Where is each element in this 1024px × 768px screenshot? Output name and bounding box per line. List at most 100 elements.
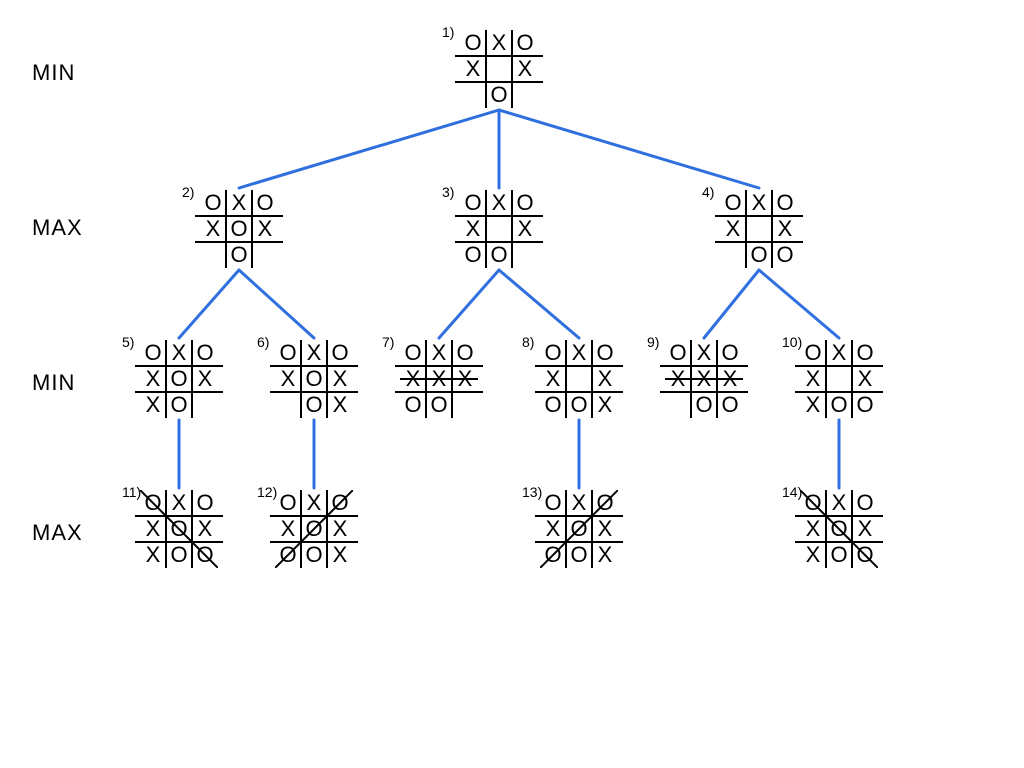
node-label: 6) (257, 334, 269, 350)
cell-r0-c2: O (852, 340, 878, 366)
cell-r1-c0: X (800, 516, 826, 542)
cell-r0-c0: O (140, 490, 166, 516)
node-label: 9) (647, 334, 659, 350)
cell-r2-c1: O (166, 542, 192, 568)
cell-r2-c1: O (826, 542, 852, 568)
tic-tac-toe-board: OXOXOXXOO (140, 490, 218, 568)
node-label: 5) (122, 334, 134, 350)
tic-tac-toe-board: OXOXXXOO (800, 340, 878, 418)
cell-r0-c2: O (512, 30, 538, 56)
cell-r2-c0 (200, 242, 226, 268)
cell-r0-c2: O (192, 490, 218, 516)
tic-tac-toe-board: OXOXXXOO (665, 340, 743, 418)
cell-r2-c1: O (226, 242, 252, 268)
cell-r2-c0: O (540, 542, 566, 568)
cell-r0-c0: O (665, 340, 691, 366)
tic-tac-toe-board: OXOXOXOOX (540, 490, 618, 568)
cell-r0-c1: X (486, 190, 512, 216)
cell-r0-c1: X (166, 490, 192, 516)
cell-r0-c2: O (327, 490, 353, 516)
cell-r0-c2: O (452, 340, 478, 366)
game-node-10: 10)OXOXXXOO (800, 340, 878, 418)
cell-r0-c0: O (400, 340, 426, 366)
cell-r2-c0 (720, 242, 746, 268)
cell-r0-c1: X (826, 340, 852, 366)
cell-r1-c2: X (852, 366, 878, 392)
cell-r0-c0: O (275, 340, 301, 366)
cell-r1-c2: X (852, 516, 878, 542)
cell-r2-c1: O (486, 242, 512, 268)
cell-r2-c2: X (327, 392, 353, 418)
cell-r1-c0: X (460, 56, 486, 82)
node-label: 7) (382, 334, 394, 350)
cell-r2-c0: O (540, 392, 566, 418)
cell-r1-c0: X (540, 366, 566, 392)
cell-r1-c0: X (140, 516, 166, 542)
cell-r0-c1: X (426, 340, 452, 366)
cell-r2-c1: O (301, 542, 327, 568)
tic-tac-toe-board: OXOXOXOX (275, 340, 353, 418)
cell-r0-c0: O (800, 490, 826, 516)
cell-r2-c2 (512, 242, 538, 268)
game-node-6: 6)OXOXOXOX (275, 340, 353, 418)
node-label: 11) (122, 484, 141, 500)
cell-r1-c2: X (192, 516, 218, 542)
node-label: 2) (182, 184, 194, 200)
cell-r0-c1: X (826, 490, 852, 516)
cell-r0-c1: X (566, 490, 592, 516)
cell-r1-c2: X (327, 366, 353, 392)
cell-r0-c0: O (460, 30, 486, 56)
level-label-min-0: MIN (32, 60, 75, 86)
game-node-14: 14)OXOXOXXOO (800, 490, 878, 568)
cell-r2-c0: O (400, 392, 426, 418)
cell-r2-c1: O (426, 392, 452, 418)
cell-r1-c0: X (200, 216, 226, 242)
edge-4-10 (759, 270, 839, 338)
cell-r2-c2 (512, 82, 538, 108)
cell-r1-c0: X (720, 216, 746, 242)
cell-r2-c1: O (486, 82, 512, 108)
game-node-5: 5)OXOXOXXO (140, 340, 218, 418)
game-node-3: 3)OXOXXOO (460, 190, 538, 268)
cell-r2-c2: O (192, 542, 218, 568)
edge-2-5 (179, 270, 239, 338)
tic-tac-toe-board: OXOXOXO (200, 190, 278, 268)
cell-r2-c1: O (691, 392, 717, 418)
cell-r0-c0: O (140, 340, 166, 366)
game-node-8: 8)OXOXXOOX (540, 340, 618, 418)
cell-r1-c2: X (452, 366, 478, 392)
tic-tac-toe-board: OXOXXXOO (400, 340, 478, 418)
game-node-2: 2)OXOXOXO (200, 190, 278, 268)
tic-tac-toe-board: OXOXOXXO (140, 340, 218, 418)
cell-r2-c0: O (275, 542, 301, 568)
minimax-tree-diagram: MINMAXMINMAX1)OXOXXO2)OXOXOXO3)OXOXXOO4)… (0, 0, 1024, 768)
cell-r1-c2: X (327, 516, 353, 542)
game-node-4: 4)OXOXXOO (720, 190, 798, 268)
game-node-1: 1)OXOXXO (460, 30, 538, 108)
cell-r1-c1: O (826, 516, 852, 542)
cell-r1-c0: X (400, 366, 426, 392)
cell-r0-c2: O (192, 340, 218, 366)
cell-r0-c2: O (592, 340, 618, 366)
level-label-max-3: MAX (32, 520, 83, 546)
cell-r2-c0 (665, 392, 691, 418)
cell-r2-c2: O (772, 242, 798, 268)
cell-r2-c0: X (800, 392, 826, 418)
cell-r0-c0: O (800, 340, 826, 366)
tic-tac-toe-board: OXOXXOO (720, 190, 798, 268)
cell-r2-c1: O (826, 392, 852, 418)
game-node-13: 13)OXOXOXOOX (540, 490, 618, 568)
level-label-max-1: MAX (32, 215, 83, 241)
edge-3-7 (439, 270, 499, 338)
cell-r0-c1: X (226, 190, 252, 216)
cell-r1-c2: X (772, 216, 798, 242)
game-node-12: 12)OXOXOXOOX (275, 490, 353, 568)
cell-r1-c1: O (166, 516, 192, 542)
cell-r0-c1: X (566, 340, 592, 366)
cell-r2-c2: X (592, 542, 618, 568)
cell-r0-c1: X (691, 340, 717, 366)
cell-r2-c2: O (852, 392, 878, 418)
tic-tac-toe-board: OXOXOXOOX (275, 490, 353, 568)
cell-r0-c2: O (252, 190, 278, 216)
cell-r1-c2: X (592, 366, 618, 392)
